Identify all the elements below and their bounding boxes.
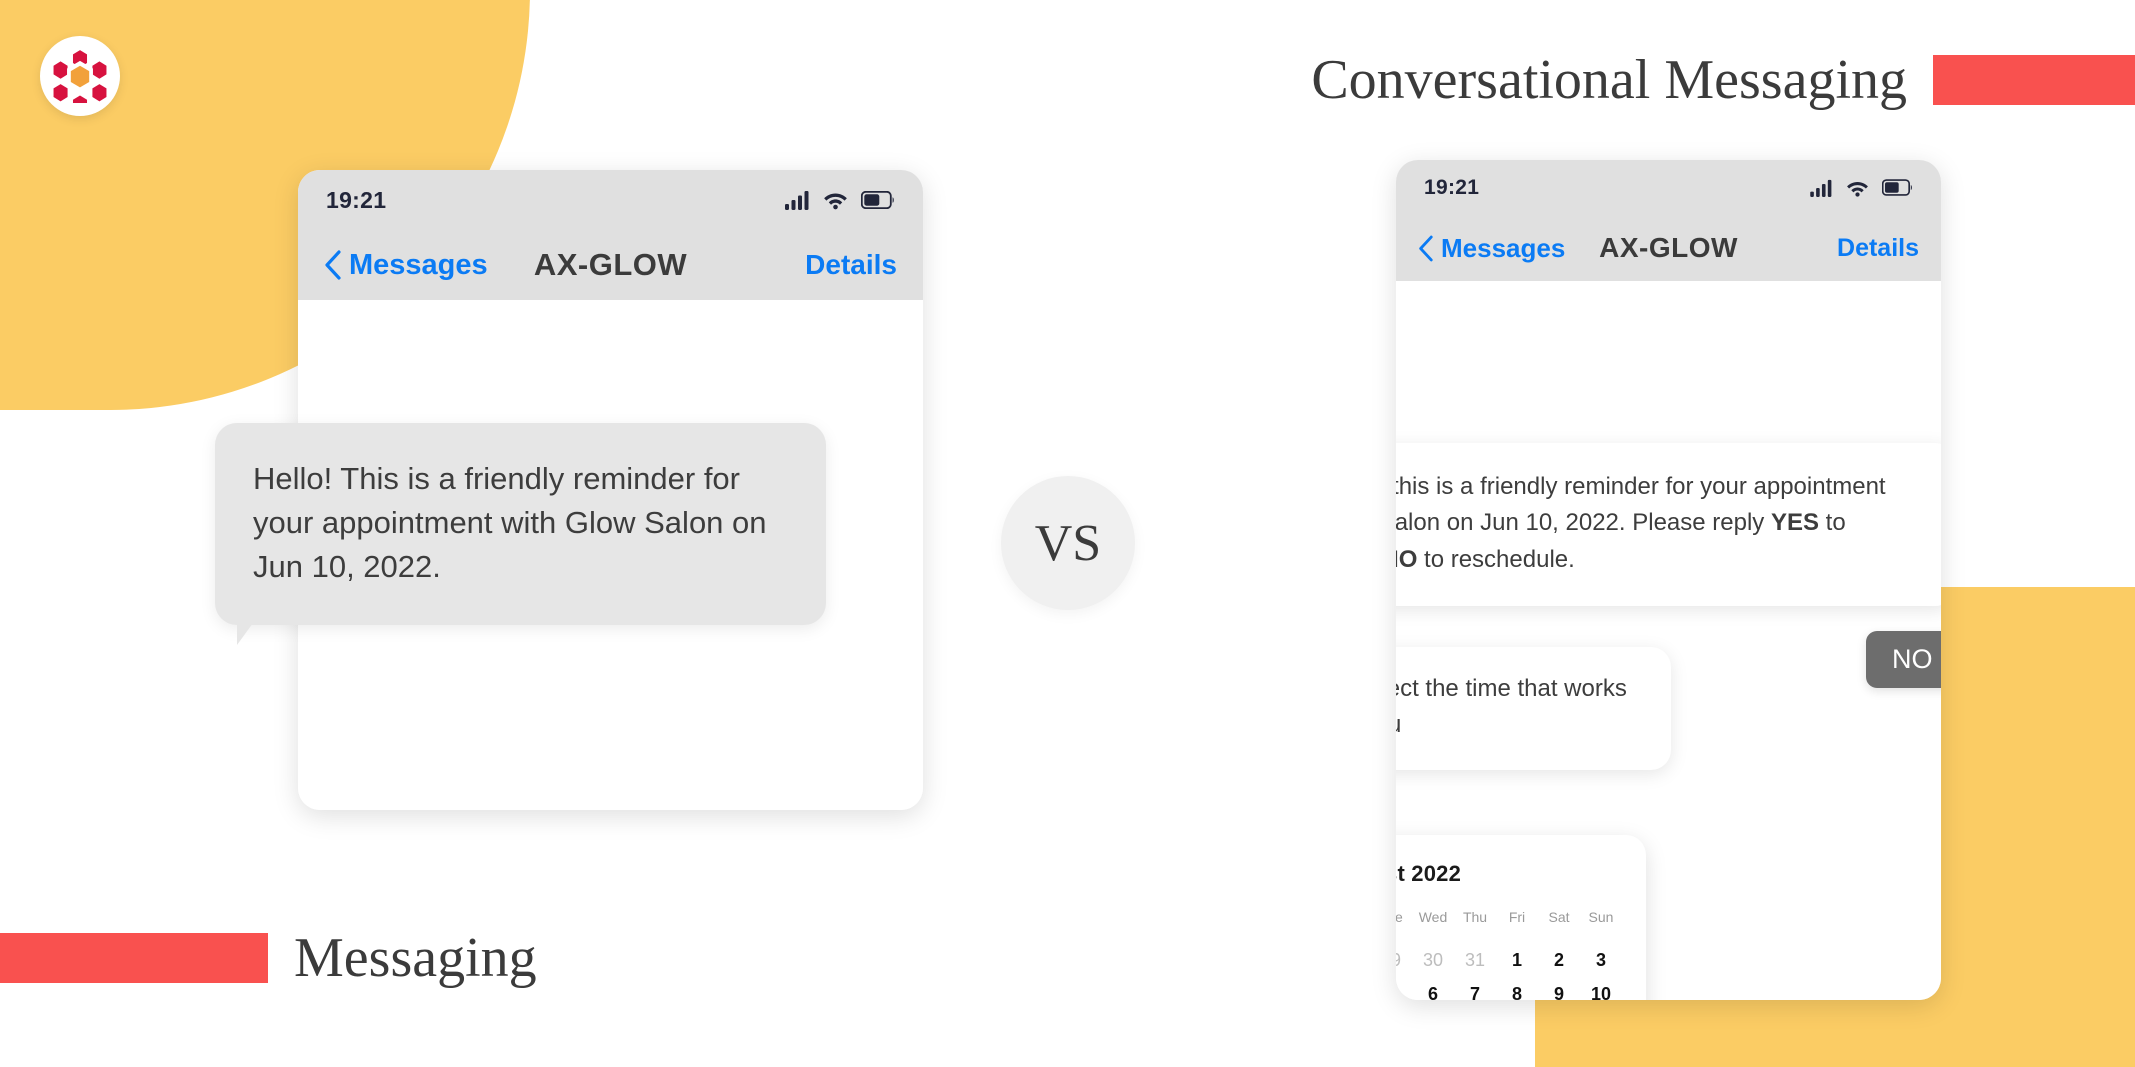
- calendar-day[interactable]: 9: [1538, 977, 1580, 1000]
- calendar-day[interactable]: 29: [1396, 943, 1412, 977]
- heading-conversational-messaging: Conversational Messaging: [1311, 48, 2135, 112]
- vs-label: VS: [1034, 514, 1102, 572]
- calendar-day[interactable]: 8: [1496, 977, 1538, 1000]
- calendar-day[interactable]: 6: [1412, 977, 1454, 1000]
- reminder-yes-keyword: YES: [1770, 509, 1819, 537]
- reminder-no-keyword: NO: [1396, 545, 1418, 573]
- calendar-day[interactable]: 2: [1538, 943, 1580, 977]
- poster-canvas: Conversational Messaging Messaging VS 19…: [0, 0, 2135, 1067]
- heading-right-accent-bar: [1933, 55, 2135, 105]
- back-label: Messages: [349, 248, 488, 281]
- vs-badge: VS: [1001, 476, 1135, 610]
- status-clock: 19:21: [1424, 175, 1480, 199]
- bubble-tail: [237, 623, 253, 646]
- calendar-day[interactable]: 3: [1580, 943, 1622, 977]
- calendar-dow-header: Thu: [1462, 909, 1488, 925]
- calendar-dow-header: Sat: [1548, 909, 1570, 925]
- calendar-grid: MonTueWedThuFriSatSun2829303112345678910…: [1396, 909, 1622, 1000]
- calendar-day[interactable]: 30: [1412, 943, 1454, 977]
- message-bubble-reply-no: NO: [1866, 631, 1941, 688]
- message-bubble-incoming: Hello! This is a friendly reminder for y…: [215, 423, 826, 646]
- calendar-picker[interactable]: August 2022 MonTueWedThuFriSatSun2829303…: [1396, 835, 1646, 1000]
- reminder-text-part3: to reschedule.: [1417, 545, 1575, 573]
- status-bar-left: 19:21: [298, 170, 923, 230]
- heading-messaging: Messaging: [0, 926, 537, 990]
- message-bubble-reminder: Hello Sam, this is a friendly reminder f…: [1396, 443, 1941, 607]
- status-icons: [785, 190, 895, 210]
- status-icons: [1810, 179, 1913, 197]
- select-time-text: Please select the time that works best f…: [1396, 675, 1627, 738]
- back-to-messages-button[interactable]: Messages: [1418, 233, 1565, 264]
- calendar-day[interactable]: 1: [1496, 943, 1538, 977]
- calendar-day[interactable]: 31: [1454, 943, 1496, 977]
- calendar-dow-header: Sun: [1588, 909, 1614, 925]
- heading-left-text: Messaging: [294, 927, 537, 989]
- details-button[interactable]: Details: [805, 249, 897, 281]
- chevron-left-icon: [325, 250, 341, 280]
- wifi-icon: [824, 193, 847, 210]
- battery-icon: [861, 191, 894, 209]
- message-thread-right: Hello Sam, this is a friendly reminder f…: [1396, 281, 1941, 1000]
- calendar-day[interactable]: 10: [1580, 977, 1622, 1000]
- hexagon-flower-logo-icon: [53, 50, 107, 103]
- calendar-dow-header: Fri: [1508, 909, 1526, 925]
- message-bubble-select-time: Please select the time that works best f…: [1396, 647, 1671, 770]
- back-label: Messages: [1441, 232, 1566, 263]
- heading-left-accent-bar: [0, 933, 268, 983]
- heading-right-text: Conversational Messaging: [1311, 49, 1907, 111]
- nav-bar-left: Messages AX-GLOW Details: [298, 230, 923, 300]
- wifi-icon: [1847, 181, 1868, 197]
- status-bar-right: 19:21: [1396, 160, 1941, 215]
- chevron-left-icon: [1419, 235, 1433, 261]
- message-text: Hello! This is a friendly reminder for y…: [253, 461, 767, 585]
- calendar-day[interactable]: 5: [1396, 977, 1412, 1000]
- calendar-month-title: August 2022: [1396, 861, 1462, 886]
- signal-bars-icon: [785, 191, 809, 210]
- status-clock: 19:21: [326, 186, 387, 213]
- signal-bars-icon: [1810, 179, 1832, 197]
- nav-bar-right: Messages AX-GLOW Details: [1396, 215, 1941, 281]
- back-to-messages-button[interactable]: Messages: [324, 249, 488, 282]
- brand-logo: [40, 36, 120, 116]
- calendar-dow-header: Wed: [1418, 909, 1448, 925]
- calendar-day[interactable]: 7: [1454, 977, 1496, 1000]
- details-button[interactable]: Details: [1837, 234, 1919, 263]
- battery-icon: [1882, 179, 1912, 196]
- calendar-dow-header: Tue: [1396, 909, 1403, 925]
- phone-mockup-right: 19:21 Messages AX-GLOW Details his is a …: [1396, 160, 1941, 1000]
